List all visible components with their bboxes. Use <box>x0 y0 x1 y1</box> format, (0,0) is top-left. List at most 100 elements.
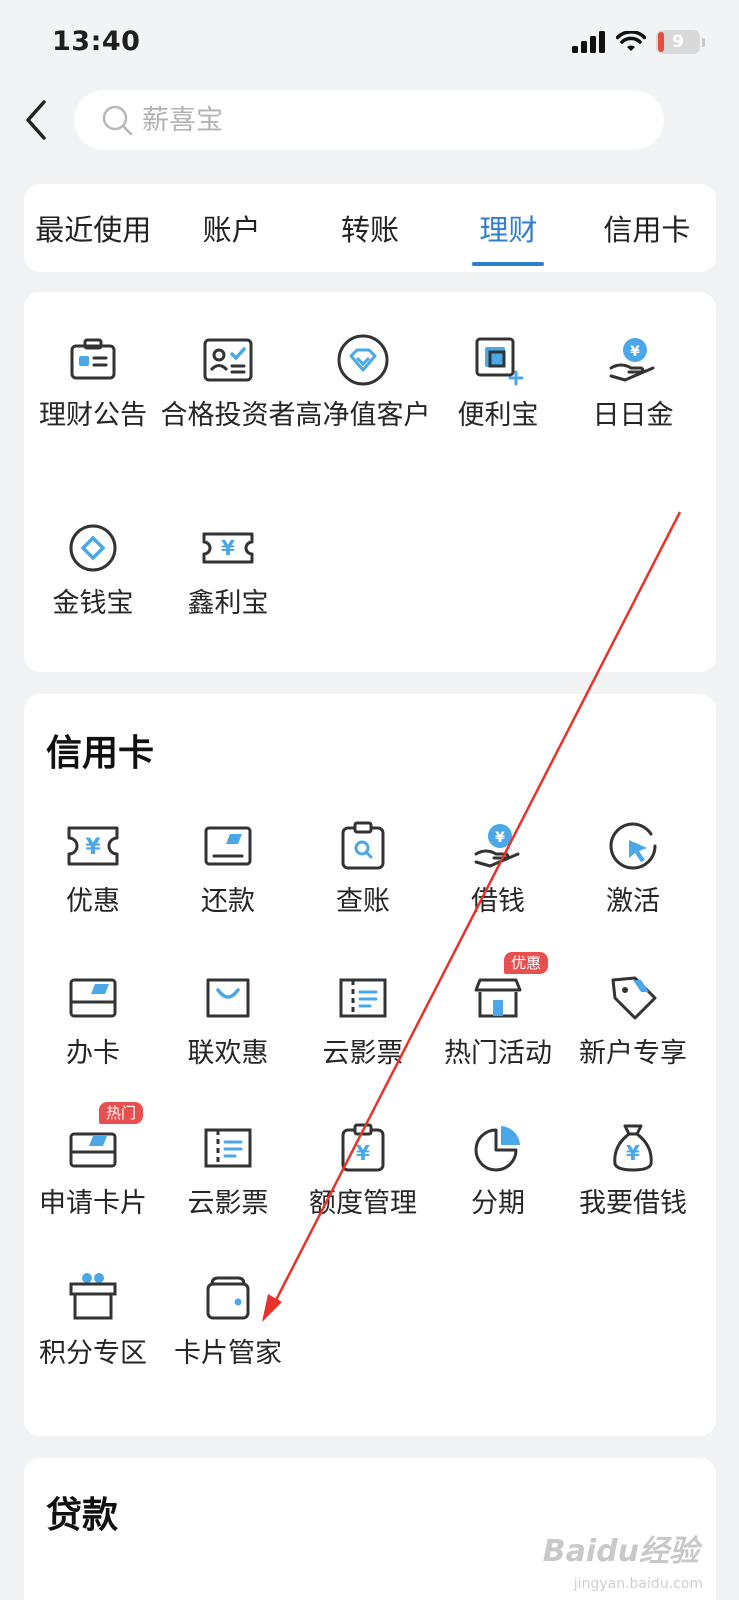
credit-item-new-user[interactable]: 新户专享 <box>564 970 702 1074</box>
item-label: 云影票 <box>187 1188 269 1219</box>
item-label: 激活 <box>606 886 660 917</box>
yen-ticket-icon: ¥ <box>202 532 254 564</box>
store-icon-wrap: 优惠 <box>470 952 549 1026</box>
section-title: 信用卡 <box>46 733 155 774</box>
coin-diamond-icon <box>69 524 117 572</box>
watermark-url: jingyan.baidu.com <box>573 1576 703 1592</box>
status-time: 13:40 <box>52 26 141 57</box>
battery-icon: 9 <box>656 30 700 54</box>
card-edit-icon <box>204 826 252 866</box>
wealth-item-jinqianbao[interactable]: 金钱宝 <box>24 520 162 624</box>
film-ticket-icon <box>204 1128 252 1168</box>
item-label: 新户专享 <box>579 1038 687 1069</box>
diamond-icon <box>337 334 389 386</box>
credit-item-want-borrow[interactable]: ¥ 我要借钱 <box>564 1120 702 1224</box>
credit-item-borrow[interactable]: ¥ 借钱 <box>429 818 567 922</box>
item-label: 热门活动 <box>444 1038 552 1069</box>
item-label: 我要借钱 <box>579 1188 687 1219</box>
money-bag-icon: ¥ <box>613 1124 653 1172</box>
status-icons: 9 <box>572 30 705 54</box>
credit-item-limit-management[interactable]: ¥ 额度管理 <box>294 1120 432 1224</box>
wealth-item-announcement[interactable]: 理财公告 <box>24 332 162 436</box>
item-label: 分期 <box>471 1188 525 1219</box>
search-input[interactable] <box>142 104 602 136</box>
tab-wealth[interactable]: 理财 <box>439 184 577 272</box>
tab-credit-card[interactable]: 信用卡 <box>578 184 716 272</box>
wealth-item-xinlibao[interactable]: ¥ 鑫利宝 <box>159 520 297 624</box>
item-label: 积分专区 <box>39 1338 147 1369</box>
section-title: 贷款 <box>46 1495 119 1536</box>
credit-item-activate[interactable]: 激活 <box>564 818 702 922</box>
credit-item-repay[interactable]: 还款 <box>159 818 297 922</box>
item-label: 日日金 <box>592 400 674 431</box>
back-button[interactable] <box>22 98 62 142</box>
credit-card-section: 信用卡 ¥ 优惠 还款 查账 ¥ 借钱 激活 办卡 联欢惠 云影票 优惠 热门活… <box>24 694 716 1436</box>
tag-icon <box>611 976 657 1020</box>
item-label: 合格投资者 <box>160 400 296 431</box>
credit-item-points-zone[interactable]: 积分专区 <box>24 1270 162 1374</box>
battery-tip <box>702 37 705 47</box>
watermark-logo: Baidu经验 <box>542 1534 699 1569</box>
item-label: 还款 <box>201 886 255 917</box>
svg-text:¥: ¥ <box>221 536 235 560</box>
credit-item-hot-activity[interactable]: 优惠 热门活动 <box>429 952 567 1074</box>
pie-chart-icon <box>474 1126 520 1172</box>
credit-item-lianhuanhui[interactable]: 联欢惠 <box>159 970 297 1074</box>
credit-item-card-manager[interactable]: 卡片管家 <box>159 1270 297 1374</box>
search-box[interactable] <box>74 90 664 150</box>
item-label: 便利宝 <box>457 400 539 431</box>
tab-recent[interactable]: 最近使用 <box>24 184 162 272</box>
signal-icon <box>572 31 605 53</box>
shopping-bag-icon <box>206 978 250 1018</box>
credit-item-movie-ticket-2[interactable]: 云影票 <box>159 1120 297 1224</box>
svg-text:¥: ¥ <box>85 835 101 860</box>
clipboard-search-icon <box>341 821 385 870</box>
svg-text:¥: ¥ <box>495 830 505 846</box>
id-card-check-icon <box>203 338 253 382</box>
svg-text:¥: ¥ <box>356 1141 370 1165</box>
category-tabs: 最近使用 账户 转账 理财 信用卡 <box>24 184 716 272</box>
promo-badge: 优惠 <box>504 952 549 974</box>
credit-item-installment[interactable]: 分期 <box>429 1120 567 1224</box>
bank-card-icon-wrap: 热门 <box>65 1102 144 1176</box>
item-label: 理财公告 <box>39 400 147 431</box>
wealth-item-high-net-worth[interactable]: 高净值客户 <box>294 332 432 436</box>
item-label: 高净值客户 <box>295 400 431 431</box>
yen-ticket-icon: ¥ <box>67 826 119 866</box>
square-plus-icon <box>475 337 524 386</box>
credit-item-discount[interactable]: ¥ 优惠 <box>24 818 162 922</box>
search-icon <box>102 105 133 136</box>
svg-text:¥: ¥ <box>630 344 640 360</box>
wifi-icon <box>616 31 646 51</box>
clipboard-yen-icon: ¥ <box>341 1123 385 1172</box>
credit-item-apply-card-2[interactable]: 热门 申请卡片 <box>24 1102 162 1224</box>
svg-text:¥: ¥ <box>626 1141 640 1165</box>
wealth-item-qualified-investor[interactable]: 合格投资者 <box>159 332 297 436</box>
wallet-icon <box>206 1276 250 1320</box>
film-ticket-icon <box>339 978 387 1018</box>
hand-coin-icon: ¥ <box>609 338 655 382</box>
credit-item-apply-card[interactable]: 办卡 <box>24 970 162 1074</box>
item-label: 借钱 <box>471 886 525 917</box>
wealth-section: 理财公告 合格投资者 高净值客户 便利宝 ¥ 日日金 金钱宝 ¥ 鑫利宝 <box>24 292 716 672</box>
item-label: 云影票 <box>322 1038 404 1069</box>
tab-transfer[interactable]: 转账 <box>301 184 439 272</box>
wealth-item-bianlibao[interactable]: 便利宝 <box>429 332 567 436</box>
wealth-item-ririjin[interactable]: ¥ 日日金 <box>564 332 702 436</box>
announcement-icon <box>70 338 116 380</box>
item-label: 额度管理 <box>309 1188 417 1219</box>
credit-item-check-bill[interactable]: 查账 <box>294 818 432 922</box>
item-label: 申请卡片 <box>39 1188 147 1219</box>
credit-item-movie-ticket[interactable]: 云影票 <box>294 970 432 1074</box>
cursor-circle-icon <box>609 822 657 870</box>
tab-account[interactable]: 账户 <box>162 184 300 272</box>
bank-card-icon <box>69 1132 117 1168</box>
item-label: 金钱宝 <box>52 588 134 619</box>
item-label: 卡片管家 <box>174 1338 282 1369</box>
store-icon <box>474 978 522 1018</box>
bank-card-icon <box>69 978 117 1018</box>
item-label: 联欢惠 <box>187 1038 269 1069</box>
item-label: 办卡 <box>66 1038 120 1069</box>
gift-icon <box>69 1273 117 1320</box>
battery-level: 9 <box>672 32 684 52</box>
